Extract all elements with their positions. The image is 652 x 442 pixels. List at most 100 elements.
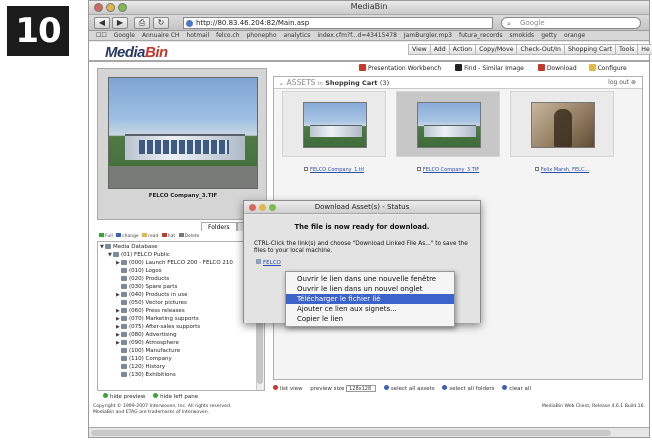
copyright-text: Copyright © 1999-2007 Interwoven, Inc. A… [93, 404, 232, 415]
download-file-link[interactable]: FELCO [256, 259, 281, 266]
bookmark-item[interactable]: getty [541, 31, 557, 40]
find-similar-image-link[interactable]: Find - Similar Image [455, 64, 524, 72]
release-info: MediaBin Web Client, Release 4.6.1 Build… [541, 404, 645, 409]
context-menu-item[interactable]: Télécharger le fichier lié [286, 294, 454, 304]
asset-thumbnail[interactable] [510, 91, 614, 157]
preview-size-select[interactable]: 128x128 [346, 385, 377, 392]
bookmark-item[interactable]: orange [564, 31, 585, 40]
context-menu-item[interactable]: Ouvrir le lien dans un nouvel onglet [286, 284, 454, 294]
tree-folder-item[interactable]: (050) Vector pictures [98, 299, 264, 307]
address-bar[interactable]: http://80.83.46.204:82/Main.asp [183, 17, 493, 29]
dialog-zoom-button[interactable] [269, 204, 276, 211]
search-icon: ⌕ [507, 20, 511, 28]
preview-image [108, 77, 258, 189]
configure-link[interactable]: Configure [588, 64, 627, 72]
asset-thumbnail[interactable] [282, 91, 386, 157]
tree-folder-item[interactable]: (020) Products [98, 275, 264, 283]
bookmark-item[interactable]: Annuaire CH [142, 31, 180, 40]
bookmark-item[interactable]: index.cfm?f...d=43415478 [317, 31, 397, 40]
menu-check-out-in[interactable]: Check-Out/In [516, 44, 565, 55]
preview-caption: FELCO Company_3.TIF [148, 193, 218, 199]
tree-folder-item[interactable]: (030) Spare parts [98, 283, 264, 291]
bookmark-item[interactable]: phonepho [246, 31, 276, 40]
clear-all-button[interactable]: clear all [496, 385, 531, 392]
assets-footer: list view preview size 128x128 select al… [273, 384, 643, 394]
hide-preview-button[interactable]: hide preview [97, 393, 145, 400]
asset-thumbnail-selected[interactable] [396, 91, 500, 157]
menu-view[interactable]: View [408, 44, 431, 55]
wrench-icon [588, 64, 596, 71]
asset-label[interactable]: FELCO Company_1.tif [282, 167, 386, 173]
folder-icon [121, 292, 127, 297]
menu-tools[interactable]: Tools [615, 44, 639, 55]
bookmark-item[interactable]: hotmail [186, 31, 209, 40]
folder-tree: ▼ Media Database ▼ (01) FELCO Public ▶ (000) … [97, 241, 265, 391]
select-all-folders-button[interactable]: select all folders [436, 385, 494, 392]
tree-folder-item[interactable]: ▶ (075) After-sales supports [98, 323, 264, 331]
asset-image [417, 102, 481, 148]
bookmark-item[interactable]: Google [114, 31, 135, 40]
logout-link[interactable]: log out ⊗ [608, 77, 636, 89]
menu-action[interactable]: Action [448, 44, 477, 55]
bookmark-item[interactable]: felco.ch [216, 31, 239, 40]
menu-copy-move[interactable]: Copy/Move [475, 44, 518, 55]
context-menu-item[interactable]: Copier le lien [286, 314, 454, 324]
asset-checkbox[interactable] [416, 167, 421, 171]
tree-folder-item[interactable]: ▼ (01) FELCO Public [98, 251, 264, 259]
tree-folder-item[interactable]: ▶ (040) Products in use [98, 291, 264, 299]
bookmark-item[interactable]: futura_records [459, 31, 503, 40]
presentation-workbench-link[interactable]: Presentation Workbench [359, 64, 441, 72]
tree-folder-item[interactable]: ▶ (060) Press releases [98, 307, 264, 315]
logout-icon: ⊗ [630, 79, 636, 86]
left-pane-tabs: Folders Find [97, 222, 267, 232]
menu-add[interactable]: Add [429, 44, 450, 55]
folder-icon [121, 364, 127, 369]
tree-folder-item[interactable]: (130) Exhibitions [98, 371, 264, 379]
tree-folder-item[interactable]: ▼ Media Database [98, 243, 264, 251]
dialog-close-button[interactable] [249, 204, 256, 211]
bookmark-item[interactable]: smokids [509, 31, 534, 40]
tree-folder-item[interactable]: ▶ (070) Marketing supports [98, 315, 264, 323]
tree-folder-label: (075) After-sales supports [129, 324, 201, 330]
search-input[interactable]: ⌕ Google [501, 17, 641, 29]
reload-icon: ↻ [157, 18, 165, 27]
list-view-button[interactable]: list view [273, 385, 303, 392]
tree-folder-item[interactable]: ▶ (000) Launch FELCO 200 - FELCO 210 [98, 259, 264, 267]
menu-shopping-cart[interactable]: Shopping Cart [563, 44, 617, 55]
bookmarks-icon[interactable]: ☐☐ [96, 31, 107, 40]
bookmark-item[interactable]: JamBurgler.mp3 [404, 31, 452, 40]
dialog-title-bar: Download Asset(s) - Status [244, 201, 480, 214]
asset-label[interactable]: Felix Marsh, FELC... [510, 167, 614, 173]
context-menu-item[interactable]: Ouvrir le lien dans une nouvelle fenêtre [286, 274, 454, 284]
tree-folder-item[interactable]: (120) History [98, 363, 264, 371]
print-icon: ⎙ [138, 18, 146, 27]
folder-icon [121, 316, 127, 321]
tree-folder-item[interactable]: (010) Logos [98, 267, 264, 275]
folder-icon [121, 324, 127, 329]
dialog-minimize-button[interactable] [259, 204, 266, 211]
tree-folder-item[interactable]: (110) Company [98, 355, 264, 363]
left-pane-footer: hide preview hide left pane [97, 392, 265, 402]
print-button[interactable]: ⎙ [134, 17, 150, 29]
asset-label[interactable]: FELCO Company_3.TIF [396, 167, 500, 173]
tree-folder-item[interactable]: (100) Manufacture [98, 347, 264, 355]
asset-checkbox[interactable] [534, 167, 539, 171]
download-link[interactable]: Download [537, 64, 577, 72]
asset-checkbox[interactable] [303, 167, 308, 171]
menu-he[interactable]: He [637, 44, 652, 55]
horizontal-scrollbar[interactable] [89, 427, 649, 437]
back-button[interactable]: ◀ [94, 17, 110, 29]
tab-folders[interactable]: Folders [201, 222, 237, 231]
tree-folder-item[interactable]: ▶ (090) Atmosphere [98, 339, 264, 347]
collapse-icon[interactable]: ⌄ [278, 78, 287, 87]
permission-legend: Full change read hat Delete [97, 233, 267, 241]
select-all-assets-button[interactable]: select all assets [378, 385, 435, 392]
folder-icon [121, 348, 127, 353]
reload-button[interactable]: ↻ [153, 17, 169, 29]
tree-folder-item[interactable]: ▶ (080) Advertising [98, 331, 264, 339]
asset-preview-pane: FELCO Company_3.TIF [97, 68, 267, 220]
context-menu-item[interactable]: Ajouter ce lien aux signets... [286, 304, 454, 314]
bookmark-item[interactable]: analytics [284, 31, 311, 40]
forward-button[interactable]: ▶ [112, 17, 128, 29]
hide-left-pane-button[interactable]: hide left pane [147, 393, 198, 400]
